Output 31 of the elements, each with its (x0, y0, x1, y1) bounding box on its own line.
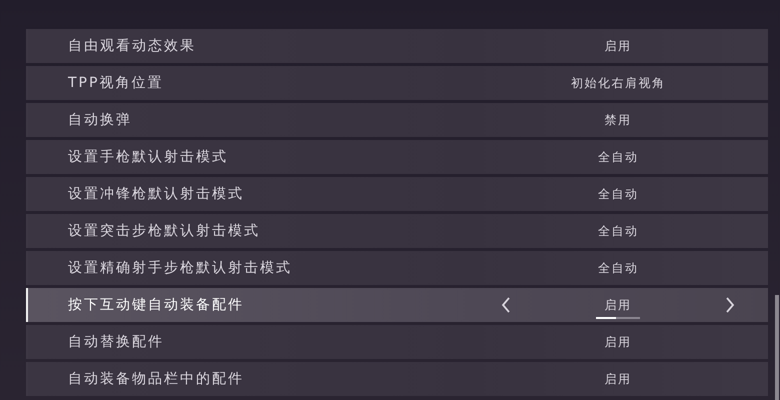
setting-label: 自动换弹 (68, 110, 132, 130)
setting-value: 全自动 (598, 186, 638, 203)
setting-label: TPP视角位置 (68, 74, 164, 92)
setting-value: 启用 (604, 38, 632, 55)
setting-value: 启用 (604, 371, 632, 388)
scrollbar[interactable] (775, 295, 779, 400)
setting-row[interactable]: TPP视角位置 初始化右肩视角 (26, 66, 768, 100)
setting-label: 按下互动键自动装备配件 (68, 296, 244, 314)
setting-label: 自动装备物品栏中的配件 (68, 370, 244, 388)
setting-row[interactable]: 自动换弹 禁用 (26, 103, 768, 137)
setting-label: 设置突击步枪默认射击模式 (68, 222, 260, 240)
setting-row[interactable]: 自动装备物品栏中的配件 启用 (26, 362, 768, 396)
setting-label: 设置冲锋枪默认射击模式 (68, 184, 244, 204)
setting-value: 启用 (604, 297, 632, 314)
setting-value: 全自动 (598, 223, 638, 240)
setting-row[interactable]: 设置冲锋枪默认射击模式 全自动 (26, 177, 768, 211)
setting-row[interactable]: 自动替换配件 启用 (26, 325, 768, 359)
setting-row[interactable]: 按下互动键自动装备配件 启用 (26, 288, 768, 322)
setting-value: 全自动 (598, 149, 638, 166)
setting-label: 设置精确射手步枪默认射击模式 (68, 258, 292, 278)
setting-label: 自动替换配件 (68, 332, 164, 352)
setting-label: 自由观看动态效果 (68, 36, 196, 56)
setting-value: 禁用 (604, 112, 632, 129)
setting-label: 设置手枪默认射击模式 (68, 148, 228, 166)
setting-row[interactable]: 设置手枪默认射击模式 全自动 (26, 140, 768, 174)
setting-value: 全自动 (598, 260, 638, 277)
setting-row[interactable]: 设置精确射手步枪默认射击模式 全自动 (26, 251, 768, 285)
setting-row[interactable]: 自由观看动态效果 启用 (26, 29, 768, 63)
setting-row[interactable]: 设置突击步枪默认射击模式 全自动 (26, 214, 768, 248)
setting-value: 启用 (604, 334, 632, 351)
setting-value: 初始化右肩视角 (570, 75, 666, 92)
